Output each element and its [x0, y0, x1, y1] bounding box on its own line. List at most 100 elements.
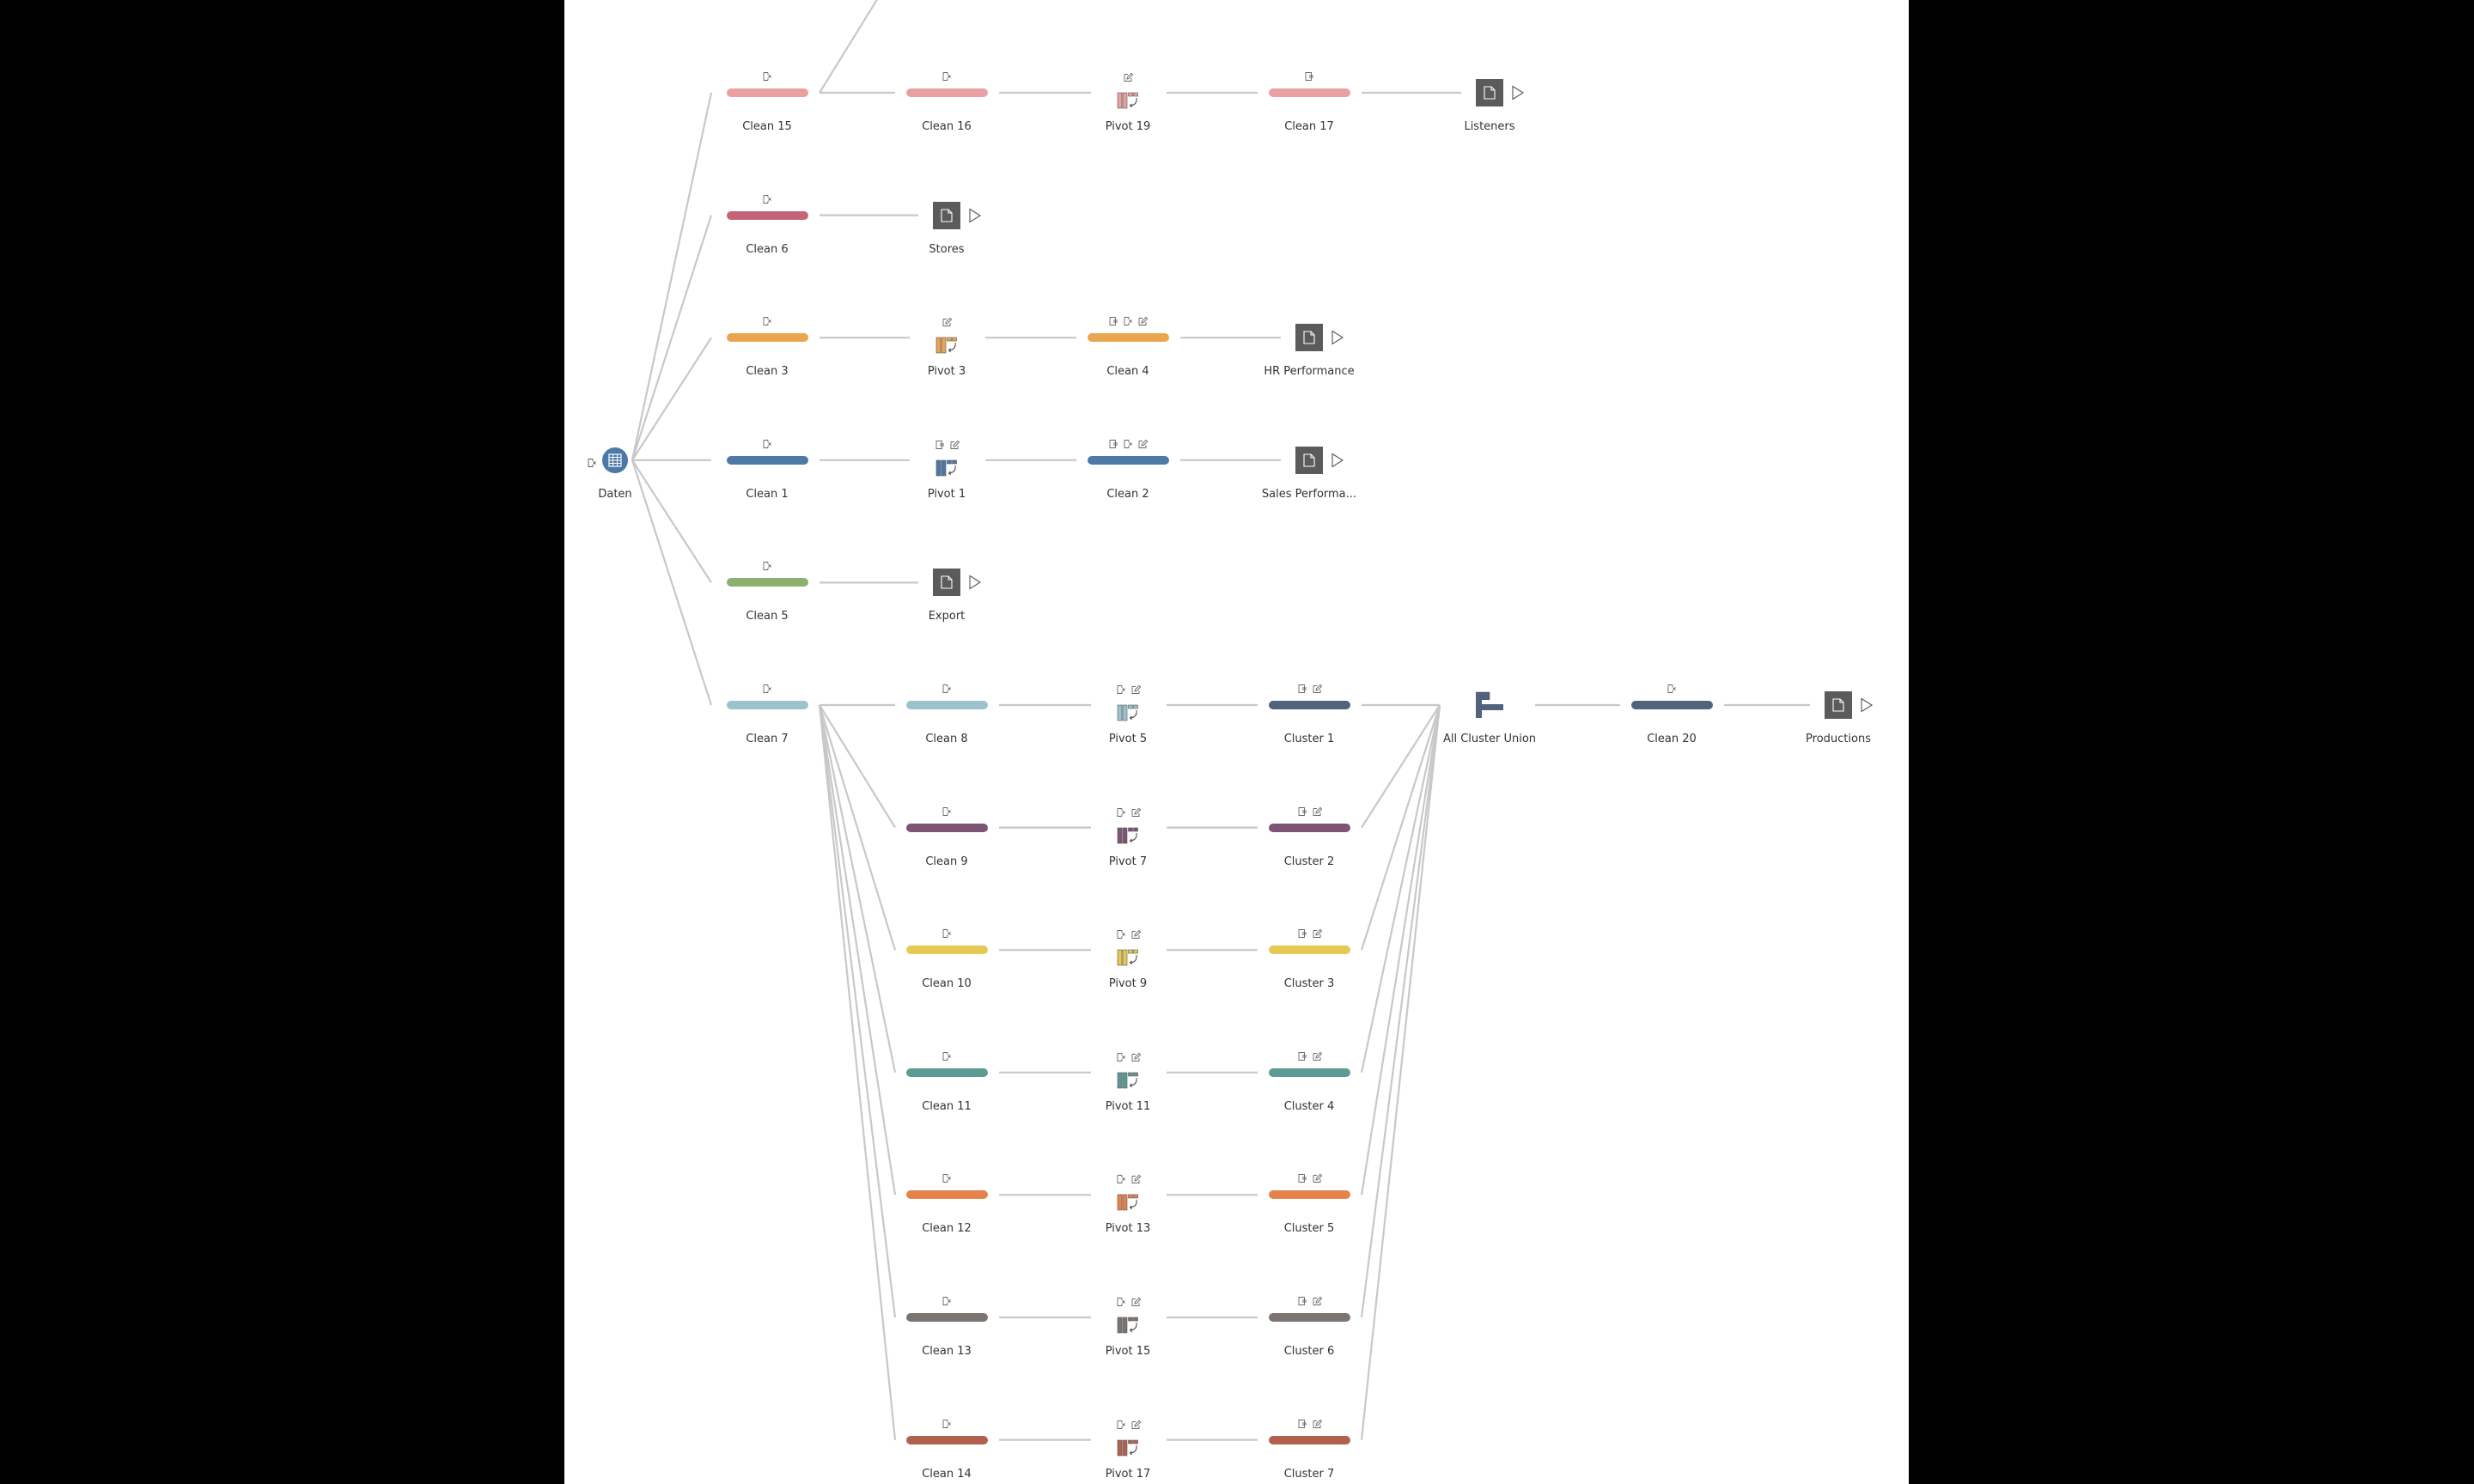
edit-icon[interactable] [1312, 1173, 1322, 1183]
filter-icon[interactable] [1297, 928, 1307, 939]
remove-field-icon[interactable] [941, 1419, 952, 1429]
clean-step-bar[interactable] [1269, 1067, 1350, 1077]
output-file-icon[interactable] [1295, 446, 1323, 474]
clean-step-bar[interactable] [727, 701, 808, 709]
clean-step-bar[interactable] [1088, 455, 1169, 465]
edit-icon[interactable] [1130, 1174, 1141, 1184]
remove-field-icon[interactable] [941, 1173, 952, 1183]
edit-icon[interactable] [1130, 1052, 1141, 1062]
edit-icon[interactable] [941, 317, 952, 327]
edit-icon[interactable] [1123, 72, 1133, 82]
output-file-icon[interactable] [1476, 79, 1503, 106]
edit-icon[interactable] [1130, 807, 1141, 818]
filter-icon[interactable] [1297, 1296, 1307, 1306]
clean-step-bar[interactable] [906, 88, 988, 97]
output-file-icon[interactable] [933, 569, 960, 597]
filter-icon[interactable] [1304, 71, 1314, 82]
filter-icon[interactable] [1297, 684, 1307, 694]
edit-icon[interactable] [1130, 684, 1141, 695]
remove-field-icon[interactable] [1116, 1420, 1126, 1430]
clean-step-bar[interactable] [1269, 88, 1350, 97]
edit-icon[interactable] [949, 440, 960, 450]
remove-field-icon[interactable] [1116, 1174, 1126, 1184]
clean-step-bar[interactable] [906, 1435, 988, 1444]
remove-field-icon[interactable] [1123, 439, 1133, 449]
clean-step-bar[interactable] [1269, 1313, 1350, 1322]
clean-step-bar[interactable] [1269, 1190, 1350, 1200]
remove-field-icon[interactable] [762, 71, 772, 82]
clean-step-bar[interactable] [906, 1190, 988, 1200]
run-flow-icon[interactable] [1331, 453, 1344, 468]
remove-field-icon[interactable] [941, 1296, 952, 1306]
edit-icon[interactable] [1312, 928, 1322, 939]
pivot-icon[interactable] [935, 459, 961, 477]
remove-field-icon[interactable] [1116, 807, 1126, 818]
filter-icon[interactable] [935, 440, 945, 450]
remove-field-icon[interactable] [1123, 316, 1133, 326]
remove-field-icon[interactable] [1667, 684, 1677, 694]
run-flow-icon[interactable] [1331, 330, 1344, 345]
filter-icon[interactable] [1297, 1051, 1307, 1061]
remove-field-icon[interactable] [1116, 684, 1126, 695]
filter-icon[interactable] [1297, 1173, 1307, 1183]
remove-field-icon[interactable] [941, 684, 952, 694]
remove-field-icon[interactable] [941, 1051, 952, 1061]
remove-field-icon[interactable] [1116, 1052, 1126, 1062]
remove-field-icon[interactable] [941, 806, 952, 817]
pivot-icon[interactable] [1117, 1317, 1143, 1334]
pivot-icon[interactable] [1117, 827, 1143, 844]
filter-icon[interactable] [1297, 806, 1307, 817]
run-flow-icon[interactable] [968, 575, 982, 590]
pivot-icon[interactable] [935, 337, 961, 354]
remove-field-icon[interactable] [1116, 929, 1126, 940]
pivot-icon[interactable] [1117, 1439, 1143, 1457]
clean-step-bar[interactable] [906, 1313, 988, 1322]
clean-step-bar[interactable] [1269, 701, 1350, 709]
output-file-icon[interactable] [1295, 324, 1323, 352]
edit-icon[interactable] [1312, 1296, 1322, 1306]
edit-icon[interactable] [1130, 929, 1141, 940]
clean-step-bar[interactable] [906, 946, 988, 955]
filter-icon[interactable] [1108, 439, 1118, 449]
edit-icon[interactable] [1312, 684, 1322, 694]
pivot-icon[interactable] [1117, 1194, 1143, 1211]
remove-field-icon[interactable] [941, 71, 952, 82]
remove-field-icon[interactable] [941, 928, 952, 939]
clean-step-bar[interactable] [906, 1067, 988, 1077]
remove-field-icon[interactable] [762, 684, 772, 694]
remove-field-icon[interactable] [762, 194, 772, 204]
remove-field-icon[interactable] [762, 561, 772, 571]
clean-step-bar[interactable] [727, 578, 808, 587]
run-flow-icon[interactable] [1511, 85, 1525, 100]
output-file-icon[interactable] [933, 201, 960, 229]
edit-icon[interactable] [1312, 1419, 1322, 1429]
run-flow-icon[interactable] [968, 208, 982, 223]
clean-step-bar[interactable] [1088, 333, 1169, 343]
edit-icon[interactable] [1137, 439, 1148, 449]
run-flow-icon[interactable] [1860, 697, 1874, 713]
remove-field-icon[interactable] [1116, 1297, 1126, 1307]
remove-field-icon[interactable] [762, 316, 772, 326]
filter-icon[interactable] [1297, 1419, 1307, 1429]
clean-step-bar[interactable] [906, 701, 988, 709]
edit-icon[interactable] [1312, 806, 1322, 817]
pivot-icon[interactable] [1117, 704, 1143, 721]
clean-step-bar[interactable] [727, 210, 808, 220]
edit-icon[interactable] [1312, 1051, 1322, 1061]
edit-icon[interactable] [1130, 1297, 1141, 1307]
union-icon[interactable] [1474, 691, 1505, 719]
pivot-icon[interactable] [1117, 949, 1143, 966]
edit-icon[interactable] [1130, 1420, 1141, 1430]
clean-step-bar[interactable] [1269, 946, 1350, 955]
clean-step-bar[interactable] [727, 455, 808, 465]
remove-field-icon[interactable] [762, 439, 772, 449]
clean-step-bar[interactable] [727, 333, 808, 343]
input-circle[interactable] [602, 447, 628, 473]
pivot-icon[interactable] [1117, 92, 1143, 109]
clean-step-bar[interactable] [1631, 701, 1713, 709]
flow-canvas[interactable]: Daten Clean 18Pivot 21Clean 19AgreemetsC… [564, 0, 1909, 1484]
clean-step-bar[interactable] [1269, 1435, 1350, 1444]
clean-step-bar[interactable] [906, 823, 988, 832]
clean-step-bar[interactable] [1269, 823, 1350, 832]
edit-icon[interactable] [1137, 316, 1148, 326]
